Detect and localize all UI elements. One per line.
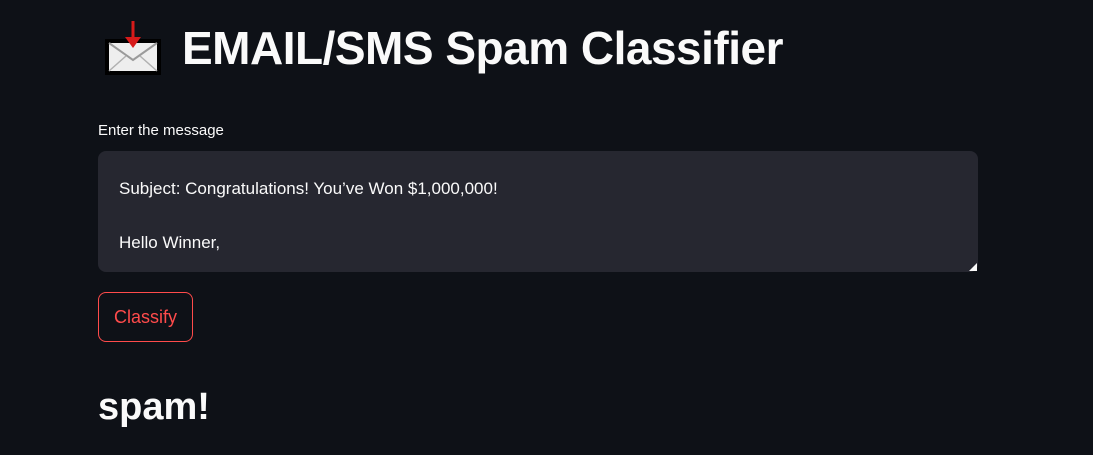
message-input[interactable] [98, 151, 978, 272]
classify-button[interactable]: Classify [98, 292, 193, 342]
page-title: EMAIL/SMS Spam Classifier [182, 22, 784, 74]
page-header: EMAIL/SMS Spam Classifier [104, 18, 784, 78]
message-input-container [98, 151, 978, 272]
incoming-envelope-icon [105, 21, 161, 75]
app-page: EMAIL/SMS Spam Classifier Enter the mess… [0, 0, 1093, 455]
resize-handle-icon[interactable] [969, 263, 977, 271]
classification-result: spam! [98, 386, 210, 428]
message-input-label: Enter the message [98, 122, 224, 139]
